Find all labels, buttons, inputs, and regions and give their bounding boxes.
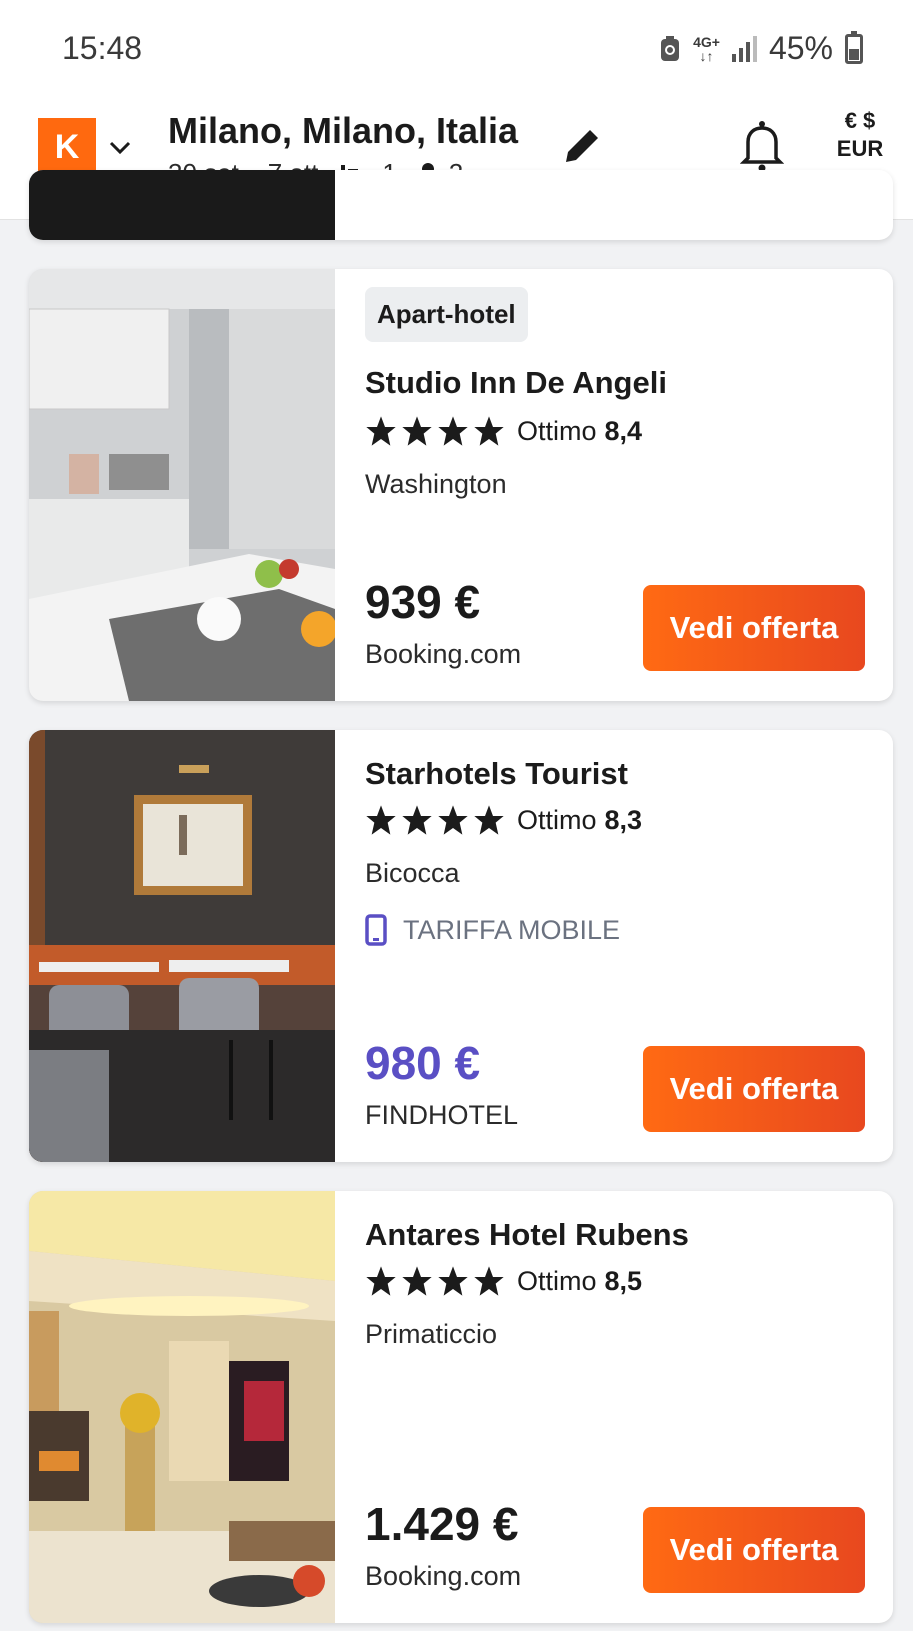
status-time: 15:48 bbox=[62, 30, 143, 66]
star-icon bbox=[402, 1266, 432, 1296]
battery-icon bbox=[845, 30, 863, 64]
rating-score: 8,5 bbox=[604, 1265, 643, 1296]
hotel-name[interactable]: Studio Inn De Angeli bbox=[365, 365, 667, 401]
star-rating bbox=[365, 804, 505, 836]
hotel-price: 980 € bbox=[365, 1037, 481, 1089]
rating-score: 8,3 bbox=[604, 804, 643, 835]
hotel-district: Bicocca bbox=[365, 858, 460, 888]
rating-row: Ottimo 8,4 bbox=[365, 415, 642, 447]
price-provider: Booking.com bbox=[365, 1561, 522, 1591]
price-provider: FINDHOTEL bbox=[365, 1100, 519, 1130]
hotel-price: 939 € bbox=[365, 576, 481, 628]
battery-percent: 45% bbox=[768, 30, 833, 66]
hotel-info: Starhotels Tourist Ottimo 8,3 Bicocca TA… bbox=[365, 730, 865, 1162]
mobile-phone-icon bbox=[365, 914, 387, 946]
mobile-rate-tag: TARIFFA MOBILE bbox=[365, 914, 620, 946]
star-icon bbox=[438, 416, 468, 446]
network-type: 4G+ ↓↑ bbox=[693, 35, 720, 63]
status-bar: 15:48 4G+ ↓↑ 45% bbox=[0, 0, 913, 100]
hotel-photo bbox=[29, 1191, 335, 1623]
view-offer-button[interactable]: Vedi offerta bbox=[643, 1507, 865, 1593]
star-icon bbox=[402, 416, 432, 446]
hotel-photo bbox=[29, 730, 335, 1162]
hotel-district: Washington bbox=[365, 469, 507, 499]
header-overlay bbox=[0, 100, 913, 220]
star-icon bbox=[474, 805, 504, 835]
view-offer-button[interactable]: Vedi offerta bbox=[643, 585, 865, 671]
hotel-price: 1.429 € bbox=[365, 1498, 519, 1550]
hotel-district: Primaticcio bbox=[365, 1319, 498, 1349]
status-indicators: 4G+ ↓↑ 45% bbox=[659, 30, 863, 67]
property-type-badge: Apart-hotel bbox=[365, 287, 528, 342]
hotel-name[interactable]: Starhotels Tourist bbox=[365, 756, 628, 792]
network-label: 4G+ bbox=[693, 33, 720, 50]
hotel-card[interactable]: Apart-hotel Studio Inn De Angeli Ottimo … bbox=[29, 269, 893, 701]
star-icon bbox=[366, 416, 396, 446]
star-rating bbox=[365, 415, 505, 447]
hotel-card[interactable]: Starhotels Tourist Ottimo 8,3 Bicocca TA… bbox=[29, 730, 893, 1162]
hotel-info: Antares Hotel Rubens Ottimo 8,5 Primatic… bbox=[365, 1191, 865, 1623]
star-icon bbox=[366, 805, 396, 835]
view-offer-button[interactable]: Vedi offerta bbox=[643, 1046, 865, 1132]
star-icon bbox=[438, 1266, 468, 1296]
star-icon bbox=[438, 805, 468, 835]
rating-score: 8,4 bbox=[604, 415, 643, 446]
star-icon bbox=[474, 1266, 504, 1296]
data-arrows-icon: ↓↑ bbox=[699, 47, 714, 64]
rating-label: Ottimo bbox=[517, 804, 597, 835]
hotel-name[interactable]: Antares Hotel Rubens bbox=[365, 1217, 689, 1253]
hotel-card[interactable]: Antares Hotel Rubens Ottimo 8,5 Primatic… bbox=[29, 1191, 893, 1623]
hotel-info: Apart-hotel Studio Inn De Angeli Ottimo … bbox=[365, 269, 865, 701]
star-icon bbox=[402, 805, 432, 835]
battery-saver-icon bbox=[661, 35, 680, 61]
rating-label: Ottimo bbox=[517, 415, 597, 446]
star-icon bbox=[366, 1266, 396, 1296]
rating-row: Ottimo 8,3 bbox=[365, 804, 642, 836]
star-icon bbox=[474, 416, 504, 446]
star-rating bbox=[365, 1265, 505, 1297]
mobile-rate-label: TARIFFA MOBILE bbox=[403, 914, 621, 945]
hotel-photo bbox=[29, 269, 335, 701]
signal-icon bbox=[731, 35, 757, 62]
rating-row: Ottimo 8,5 bbox=[365, 1265, 642, 1297]
price-provider: Booking.com bbox=[365, 639, 522, 669]
rating-label: Ottimo bbox=[517, 1265, 597, 1296]
